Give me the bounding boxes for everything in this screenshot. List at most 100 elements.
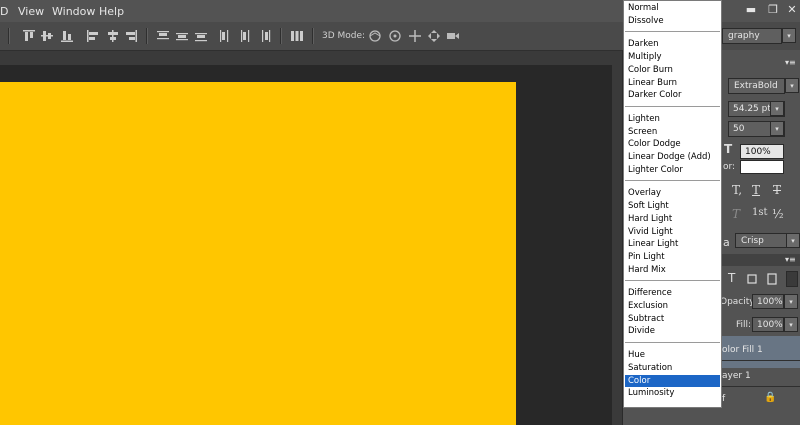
distribute-bottom-icon[interactable] — [194, 29, 208, 43]
blend-mode-dropdown: Normal Dissolve Darken Multiply Color Burn Li… — [623, 0, 722, 408]
distribute-horizontal-centers-icon[interactable] — [238, 29, 252, 43]
blend-mode-item-saturation[interactable]: Saturation — [625, 362, 720, 374]
3d-mode-label: 3D Mode: — [322, 31, 366, 41]
fractions-icon[interactable]: ½ — [772, 207, 784, 221]
fill-label: Fill: — [736, 320, 752, 330]
blend-mode-item-color-burn[interactable]: Color Burn — [625, 64, 720, 76]
lock-icon: 🔒 — [764, 392, 777, 403]
text-color-swatch[interactable] — [740, 160, 784, 174]
layer-name: olor Fill 1 — [722, 345, 763, 355]
blend-mode-item-subtract[interactable]: Subtract — [625, 313, 720, 325]
align-right-edges-icon[interactable] — [124, 29, 138, 43]
rotate-3d-icon[interactable] — [368, 29, 382, 43]
discretionary-ligatures-icon[interactable]: T — [732, 207, 740, 221]
menu-item-help[interactable]: Help — [99, 5, 124, 18]
antialias-icon: a — [723, 236, 730, 249]
blend-mode-separator — [625, 105, 720, 107]
blend-mode-separator — [625, 280, 720, 282]
blend-mode-item-divide[interactable]: Divide — [625, 325, 720, 337]
filter-type-layer-icon[interactable]: T — [728, 271, 735, 285]
blend-mode-item-normal[interactable]: Normal — [625, 2, 720, 14]
underline-icon[interactable]: T — [752, 183, 760, 197]
blend-mode-separator — [625, 180, 720, 182]
blend-mode-item-multiply[interactable]: Multiply — [625, 51, 720, 63]
align-top-edges-icon[interactable] — [22, 29, 36, 43]
blend-mode-item-lighter-color[interactable]: Lighter Color — [625, 164, 720, 176]
vertical-scale-field[interactable]: 100% — [740, 144, 784, 159]
blend-mode-item-dissolve[interactable]: Dissolve — [625, 15, 720, 27]
options-separator — [146, 28, 148, 44]
all-caps-icon[interactable]: T, — [732, 183, 742, 197]
ordinals-icon[interactable]: 1st — [752, 207, 768, 218]
blend-mode-item-linear-burn[interactable]: Linear Burn — [625, 77, 720, 89]
layer-name: f — [722, 394, 726, 404]
blend-mode-item-soft-light[interactable]: Soft Light — [625, 200, 720, 212]
pan-3d-icon[interactable] — [408, 29, 422, 43]
blend-mode-item-screen[interactable]: Screen — [625, 126, 720, 138]
menu-item-view[interactable]: View — [18, 5, 44, 18]
align-bottom-edges-icon[interactable] — [60, 29, 74, 43]
blend-mode-item-exclusion[interactable]: Exclusion — [625, 300, 720, 312]
font-family-dropdown[interactable]: graphy — [722, 28, 782, 44]
blend-mode-item-hard-mix[interactable]: Hard Mix — [625, 264, 720, 276]
font-family-dropdown-arrow-icon[interactable]: ▾ — [782, 28, 796, 43]
align-left-edges-icon[interactable] — [86, 29, 100, 43]
document-tab-strip — [0, 51, 622, 65]
strikethrough-icon[interactable]: T — [773, 183, 781, 197]
blend-mode-item-difference[interactable]: Difference — [625, 287, 720, 299]
panel-menu-icon[interactable]: ▾≡ — [785, 58, 796, 67]
fill-field[interactable]: 100% — [752, 317, 784, 332]
minimize-icon[interactable]: ▬ — [740, 2, 762, 18]
blend-mode-item-vivid-light[interactable]: Vivid Light — [625, 226, 720, 238]
options-separator — [8, 28, 10, 44]
vertical-scale-icon: T — [724, 142, 733, 156]
options-separator — [312, 28, 314, 44]
filter-toggle-switch[interactable] — [786, 271, 798, 287]
blend-mode-separator — [625, 342, 720, 344]
blend-mode-item-overlay[interactable]: Overlay — [625, 187, 720, 199]
filter-smart-object-icon[interactable] — [766, 273, 780, 287]
blend-mode-item-color[interactable]: Color — [625, 374, 720, 387]
blend-mode-item-darker-color[interactable]: Darker Color — [625, 89, 720, 101]
blend-mode-separator — [625, 31, 720, 33]
menu-item-partial[interactable]: D — [0, 5, 8, 18]
menu-item-window[interactable]: Window — [52, 5, 95, 18]
distribute-vertical-centers-icon[interactable] — [175, 29, 189, 43]
distribute-right-icon[interactable] — [258, 29, 272, 43]
blend-mode-item-linear-dodge-add[interactable]: Linear Dodge (Add) — [625, 151, 720, 163]
blend-mode-item-linear-light[interactable]: Linear Light — [625, 238, 720, 250]
slide-3d-icon[interactable] — [427, 29, 441, 43]
filter-shape-layer-icon[interactable] — [746, 273, 760, 287]
blend-mode-item-hard-light[interactable]: Hard Light — [625, 213, 720, 225]
leading-dropdown-arrow-icon[interactable]: ▾ — [770, 121, 784, 136]
layer-row-background[interactable]: f 🔒 — [718, 386, 800, 418]
font-size-dropdown-arrow-icon[interactable]: ▾ — [770, 101, 784, 116]
opacity-dropdown-arrow-icon[interactable]: ▾ — [784, 294, 798, 309]
fill-dropdown-arrow-icon[interactable]: ▾ — [784, 317, 798, 332]
blend-mode-item-lighten[interactable]: Lighten — [625, 113, 720, 125]
color-label: or: — [723, 162, 736, 172]
vertical-scrollbar[interactable] — [612, 65, 622, 425]
blend-mode-item-darken[interactable]: Darken — [625, 38, 720, 50]
scale-3d-icon[interactable] — [446, 29, 460, 43]
antialias-dropdown-arrow-icon[interactable]: ▾ — [786, 233, 800, 248]
roll-3d-icon[interactable] — [388, 29, 402, 43]
opacity-field[interactable]: 100% — [752, 294, 784, 309]
options-separator — [280, 28, 282, 44]
align-vertical-centers-icon[interactable] — [40, 29, 54, 43]
distribute-left-icon[interactable] — [218, 29, 232, 43]
blend-mode-item-luminosity[interactable]: Luminosity — [625, 387, 720, 399]
layer-name: ayer 1 — [722, 371, 751, 381]
font-style-dropdown-arrow-icon[interactable]: ▾ — [785, 78, 799, 93]
auto-align-layers-icon[interactable] — [290, 29, 304, 43]
antialias-dropdown[interactable]: Crisp — [735, 233, 787, 248]
blend-mode-item-color-dodge[interactable]: Color Dodge — [625, 138, 720, 150]
blend-mode-item-hue[interactable]: Hue — [625, 349, 720, 361]
close-icon[interactable]: ✕ — [781, 2, 800, 18]
document-canvas[interactable] — [0, 82, 516, 425]
align-horizontal-centers-icon[interactable] — [106, 29, 120, 43]
font-style-dropdown[interactable]: ExtraBold — [728, 78, 785, 94]
blend-mode-item-pin-light[interactable]: Pin Light — [625, 251, 720, 263]
distribute-top-icon[interactable] — [156, 29, 170, 43]
layers-panel-menu-icon[interactable]: ▾≡ — [785, 255, 796, 264]
